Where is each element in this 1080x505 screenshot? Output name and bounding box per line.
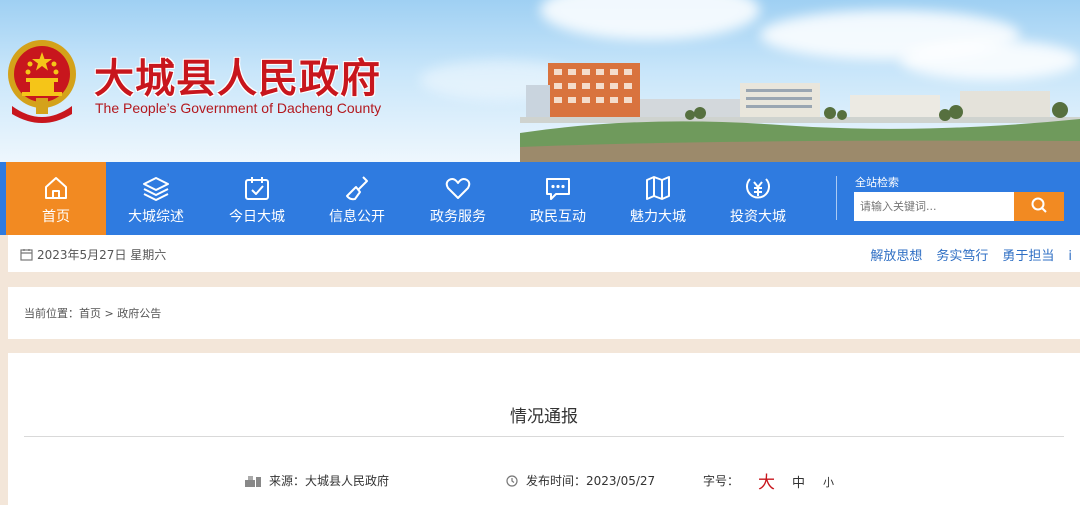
source-label: 来源： bbox=[269, 474, 306, 488]
breadcrumb-prefix: 当前位置： bbox=[24, 307, 79, 320]
site-subtitle: The People’s Government of Dacheng Count… bbox=[95, 100, 382, 116]
search-label: 全站检索 bbox=[855, 176, 899, 189]
breadcrumb-current-link[interactable]: 政府公告 bbox=[117, 307, 161, 320]
source-icon bbox=[245, 476, 261, 487]
slogan-link[interactable]: 务实笃行 bbox=[936, 249, 988, 264]
nav-label: 投资大城 bbox=[730, 209, 786, 225]
title-divider bbox=[24, 436, 1064, 437]
nav-item-services[interactable]: 政务服务 bbox=[408, 162, 508, 235]
date-text: 2023年5月27日 星期六 bbox=[37, 248, 167, 262]
layers-icon bbox=[143, 177, 169, 201]
nav-item-charm[interactable]: 魅力大城 bbox=[608, 162, 708, 235]
chat-icon bbox=[546, 178, 570, 200]
broom-icon bbox=[346, 176, 368, 201]
published-value: 2023/05/27 bbox=[586, 474, 656, 488]
breadcrumb-home-link[interactable]: 首页 bbox=[79, 307, 101, 320]
home-icon bbox=[45, 177, 67, 199]
slogan-link[interactable]: i bbox=[1068, 249, 1072, 264]
font-size-large[interactable]: 大 bbox=[758, 468, 775, 493]
source-value: 大城县人民政府 bbox=[305, 474, 390, 488]
slogan-link[interactable]: 勇于担当 bbox=[1002, 249, 1054, 264]
article-source: 来源：大城县人民政府 bbox=[245, 472, 389, 489]
campus-scenery bbox=[520, 63, 1080, 162]
national-emblem-icon bbox=[8, 40, 76, 123]
page-margin bbox=[0, 235, 8, 505]
main-nav: 首页 大城综述 今日大城 信息公开 政务服务 政民互动 魅力大城 投资大城 全站… bbox=[0, 162, 1080, 235]
nav-divider bbox=[836, 176, 837, 220]
nav-item-overview[interactable]: 大城综述 bbox=[106, 162, 206, 235]
map-icon bbox=[646, 176, 670, 200]
nav-label: 政务服务 bbox=[430, 209, 486, 225]
current-date: 2023年5月27日 星期六 bbox=[20, 246, 166, 263]
nav-item-home[interactable]: 首页 bbox=[6, 162, 106, 235]
search-input[interactable] bbox=[854, 192, 1014, 221]
breadcrumb-bar: 当前位置：首页 > 政府公告 bbox=[8, 287, 1080, 339]
nav-label: 政民互动 bbox=[530, 209, 586, 225]
breadcrumb-separator: > bbox=[101, 307, 118, 320]
font-size-medium[interactable]: 中 bbox=[792, 472, 805, 491]
calendar-check-icon bbox=[245, 177, 269, 200]
font-size-small[interactable]: 小 bbox=[823, 474, 834, 490]
nav-label: 今日大城 bbox=[229, 209, 285, 225]
yuan-icon bbox=[746, 178, 770, 199]
header-banner: 大城县人民政府 The People’s Government of Dache… bbox=[0, 0, 1080, 162]
heart-icon bbox=[445, 178, 471, 199]
nav-item-invest[interactable]: 投资大城 bbox=[708, 162, 808, 235]
font-size-label: 字号： bbox=[703, 474, 740, 488]
calendar-icon bbox=[20, 249, 33, 261]
nav-item-interaction[interactable]: 政民互动 bbox=[508, 162, 608, 235]
nav-label: 大城综述 bbox=[128, 209, 184, 225]
slogan-link[interactable]: 解放思想 bbox=[870, 249, 922, 264]
search-icon bbox=[1031, 197, 1047, 213]
nav-label: 首页 bbox=[42, 209, 70, 225]
search-button[interactable] bbox=[1014, 192, 1064, 221]
slogan-links: 解放思想 务实笃行 勇于担当 i bbox=[856, 245, 1072, 264]
article-published: 发布时间：2023/05/27 bbox=[506, 472, 655, 489]
nav-item-today[interactable]: 今日大城 bbox=[207, 162, 307, 235]
site-title: 大城县人民政府 bbox=[94, 55, 381, 102]
nav-item-disclosure[interactable]: 信息公开 bbox=[307, 162, 407, 235]
clock-icon bbox=[506, 475, 518, 487]
breadcrumb: 当前位置：首页 > 政府公告 bbox=[24, 305, 161, 321]
nav-label: 信息公开 bbox=[329, 209, 385, 225]
nav-label: 魅力大城 bbox=[630, 209, 686, 225]
info-bar: 2023年5月27日 星期六 解放思想 务实笃行 勇于担当 i bbox=[8, 235, 1080, 272]
published-label: 发布时间： bbox=[526, 474, 587, 488]
article-panel: 情况通报 来源：大城县人民政府 发布时间：2023/05/27 字号： 大 中 … bbox=[8, 353, 1080, 505]
article-title: 情况通报 bbox=[510, 407, 578, 427]
